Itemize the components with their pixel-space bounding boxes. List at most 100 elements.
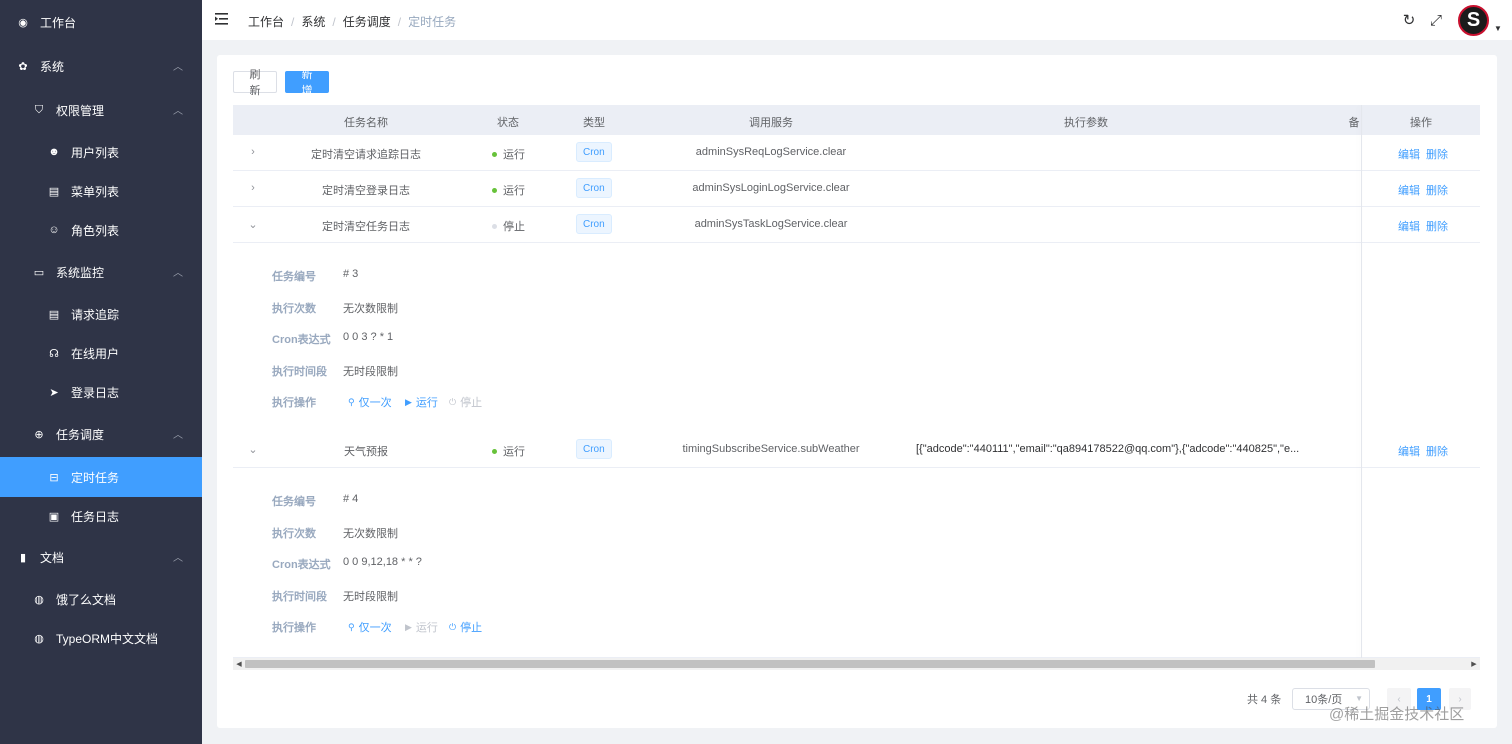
action-label: 停止 (460, 622, 483, 634)
table-row[interactable]: ⌄ 定时清空任务日志 停止 Cron adminSysTaskLogServic… (233, 207, 1480, 243)
sidebar-item-element-docs[interactable]: ◍ 饿了么文档 (0, 579, 202, 619)
users-icon: ☻ (48, 146, 60, 158)
chevron-up-icon: ︿ (173, 105, 183, 117)
sidebar-item-monitor[interactable]: ▭ 系统监控 ︿ (0, 252, 202, 292)
sidebar-item-login-log[interactable]: ➤ 登录日志 (0, 372, 202, 412)
sidebar-item-docs[interactable]: ▮ 文档 ︿ (0, 537, 202, 577)
edit-link[interactable]: 编辑 (1398, 443, 1420, 459)
horizontal-scrollbar[interactable]: ◀ ▶ (233, 658, 1480, 670)
run-button[interactable]: ▶ 运行 (405, 619, 438, 635)
detail-value: 无时段限制 (343, 591, 398, 603)
sidebar-item-roles[interactable]: ☺ 角色列表 (0, 210, 202, 250)
scroll-right-icon[interactable]: ▶ (1469, 660, 1479, 668)
type-tag: Cron (576, 178, 612, 198)
play-icon: ▶ (405, 396, 412, 407)
type-tag: Cron (576, 214, 612, 234)
action-label: 运行 (415, 622, 438, 634)
chevron-down-icon[interactable]: ⌄ (247, 218, 259, 231)
sidebar-item-system[interactable]: ✿ 系统 ︿ (0, 46, 202, 86)
sidebar-item-menus[interactable]: ▤ 菜单列表 (0, 171, 202, 211)
sidebar-item-task-schedule[interactable]: ⊕ 任务调度 ︿ (0, 414, 202, 454)
detail-value: 0 0 9,12,18 * * ? (343, 556, 422, 568)
status-dot-icon (492, 151, 497, 157)
sidebar-item-label: 工作台 (40, 15, 77, 30)
table-row[interactable]: › 定时清空请求追踪日志 运行 Cron adminSysReqLogServi… (233, 135, 1480, 171)
type-tag: Cron (576, 439, 612, 459)
refresh-icon[interactable]: ↻ (1401, 12, 1417, 29)
chevron-up-icon: ︿ (173, 267, 183, 279)
edit-link[interactable]: 编辑 (1398, 182, 1420, 198)
sidebar-item-online-users[interactable]: ☊ 在线用户 (0, 333, 202, 373)
status-dot-icon (492, 187, 497, 193)
sidebar-item-dashboard[interactable]: ◉ 工作台 (0, 2, 202, 42)
status-cell: 运行 (492, 146, 525, 162)
status-text: 运行 (503, 446, 525, 458)
status-text: 运行 (503, 185, 525, 197)
detail-label: 执行时间段 (272, 366, 327, 378)
sidebar-item-users[interactable]: ☻ 用户列表 (0, 132, 202, 172)
sidebar-item-task-log[interactable]: ▣ 任务日志 (0, 496, 202, 536)
stop-button[interactable]: ⏻ 停止 (449, 619, 482, 635)
sidebar-item-label: 系统 (40, 59, 65, 74)
add-button[interactable]: 新增 (285, 69, 329, 97)
table-header: 任务名称 状态 类型 调用服务 执行参数 备 操作 (233, 105, 1480, 135)
detail-label: 执行操作 (272, 397, 316, 409)
chevron-right-icon[interactable]: › (247, 182, 259, 194)
globe-icon: ◍ (34, 632, 44, 645)
shield-icon: ⛉ (34, 103, 44, 116)
power-icon: ⏻ (449, 396, 457, 407)
detail-label: 执行次数 (272, 303, 316, 315)
detail-label: 执行时间段 (272, 591, 327, 603)
task-name: 天气预报 (344, 446, 388, 458)
avatar[interactable]: S (1458, 5, 1489, 36)
log-icon: ▣ (48, 510, 60, 523)
refresh-button[interactable]: 刷新 (233, 69, 277, 97)
caret-down-icon[interactable]: ▼ (1494, 24, 1502, 33)
breadcrumb-item[interactable]: 工作台 (248, 13, 284, 30)
status-dot-icon (492, 448, 497, 454)
sidebar-item-timed-task[interactable]: ⊟ 定时任务 (0, 457, 202, 497)
sidebar-item-label: 系统监控 (56, 265, 105, 280)
scroll-left-icon[interactable]: ◀ (234, 660, 244, 668)
edit-link[interactable]: 编辑 (1398, 218, 1420, 234)
detail-value: 无时段限制 (343, 366, 398, 378)
delete-link[interactable]: 删除 (1426, 443, 1448, 459)
action-label: 停止 (460, 397, 483, 409)
service-cell: timingSubscribeService.subWeather (682, 443, 860, 455)
column-header: 任务名称 (344, 117, 388, 129)
stop-button[interactable]: ⏻ 停止 (449, 394, 482, 410)
breadcrumb-item[interactable]: 系统 (301, 13, 325, 30)
power-icon: ⏻ (449, 621, 457, 632)
main-card: 刷新 新增 任务名称 状态 类型 调用服务 执行参数 备 操作 › 定时清空请求… (217, 55, 1497, 728)
sidebar-item-request-trace[interactable]: ▤ 请求追踪 (0, 294, 202, 334)
action-label: 仅一次 (358, 397, 392, 409)
status-cell: 运行 (492, 182, 525, 198)
table-row[interactable]: › 定时清空登录日志 运行 Cron adminSysLoginLogServi… (233, 171, 1480, 207)
delete-link[interactable]: 删除 (1426, 146, 1448, 162)
menu-fold-icon[interactable] (215, 12, 229, 26)
scrollbar-thumb[interactable] (245, 660, 1375, 668)
sidebar-item-label: 用户列表 (71, 145, 120, 160)
run-once-button[interactable]: ⚲ 仅一次 (348, 394, 392, 410)
run-button[interactable]: ▶ 运行 (405, 394, 438, 410)
expanded-detail: 任务编号 # 4 执行次数 无次数限制 Cron表达式 0 0 9,12,18 … (233, 468, 1480, 658)
sidebar-item-permission[interactable]: ⛉ 权限管理 ︿ (0, 90, 202, 130)
table-row[interactable]: ⌄ 天气预报 运行 Cron timingSubscribeService.su… (233, 432, 1480, 468)
chevron-right-icon[interactable]: › (247, 146, 259, 158)
dashboard-icon: ◉ (18, 16, 28, 29)
run-once-button[interactable]: ⚲ 仅一次 (348, 619, 392, 635)
chevron-up-icon: ︿ (173, 429, 183, 441)
chevron-down-icon[interactable]: ⌄ (247, 443, 259, 456)
sidebar-item-label: 请求追踪 (71, 307, 120, 322)
sidebar-item-typeorm-docs[interactable]: ◍ TypeORM中文文档 (0, 618, 202, 658)
fullscreen-icon[interactable]: ⤢ (1428, 12, 1444, 29)
breadcrumb-separator: / (291, 14, 295, 29)
chevron-down-icon: ▼ (1355, 694, 1363, 703)
delete-link[interactable]: 删除 (1426, 218, 1448, 234)
edit-link[interactable]: 编辑 (1398, 146, 1420, 162)
delete-link[interactable]: 删除 (1426, 182, 1448, 198)
breadcrumb-item[interactable]: 任务调度 (343, 13, 391, 30)
detail-value: 无次数限制 (343, 528, 398, 540)
task-name: 定时清空任务日志 (322, 221, 410, 233)
status-text: 运行 (503, 149, 525, 161)
